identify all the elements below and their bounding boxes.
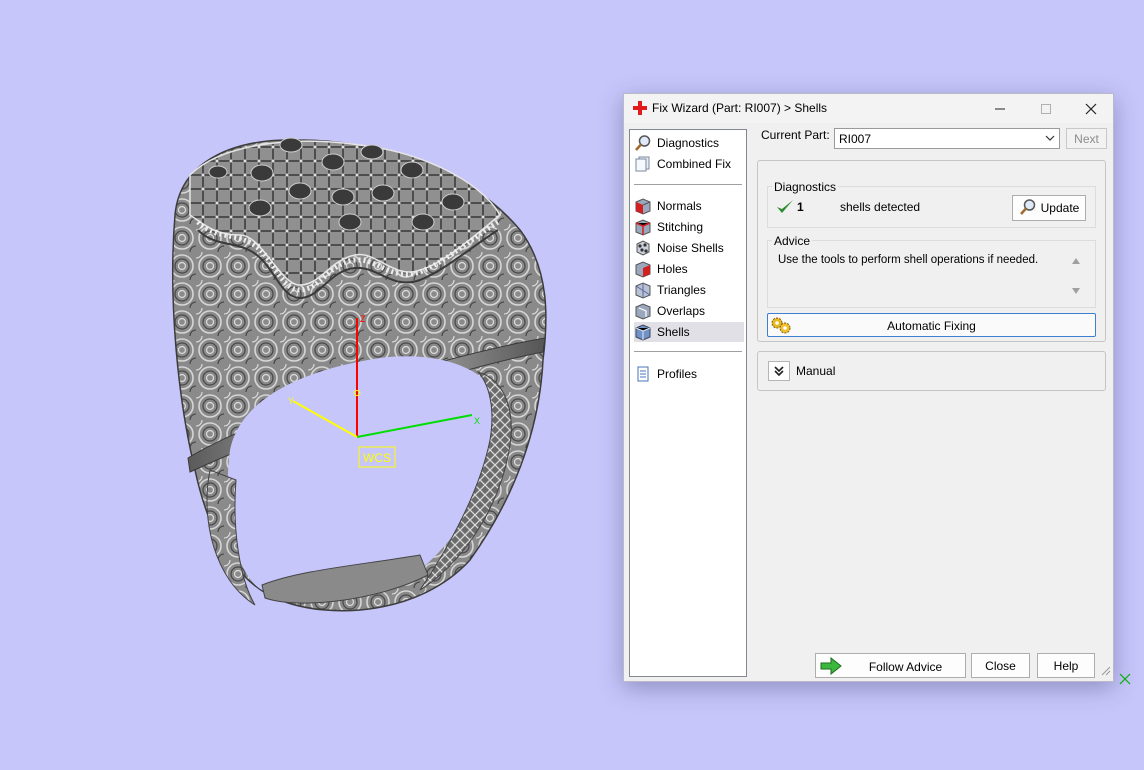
nav-item-stitching[interactable]: Stitching: [634, 217, 744, 237]
nav-item-overlaps[interactable]: Overlaps: [634, 301, 744, 321]
wcs-label: WCS: [363, 451, 391, 465]
document-icon: [634, 365, 652, 383]
title-bar[interactable]: Fix Wizard (Part: RI007) > Shells: [624, 94, 1113, 123]
stitching-cube-icon: [634, 218, 652, 236]
advice-group-title: Advice: [772, 234, 813, 248]
nav-item-triangles[interactable]: Triangles: [634, 280, 744, 300]
advice-text: Use the tools to perform shell operation…: [778, 254, 1039, 266]
nav-item-noise-shells[interactable]: Noise Shells: [634, 238, 744, 258]
diagnostics-group-title: Diagnostics: [772, 180, 839, 194]
help-button[interactable]: Help: [1037, 653, 1095, 678]
overlaps-cube-icon: [634, 302, 652, 320]
x-axis-label: X: [474, 416, 480, 426]
shells-cube-icon: [634, 323, 652, 341]
dialog-title: Fix Wizard (Part: RI007) > Shells: [652, 101, 828, 115]
fix-nav-list: Diagnostics Combined Fix Normals Stitchi…: [629, 129, 747, 677]
nav-item-label: Overlaps: [657, 304, 706, 318]
nav-item-shells[interactable]: Shells: [634, 322, 744, 342]
follow-advice-button[interactable]: Follow Advice: [815, 653, 966, 678]
magnifier-icon: [634, 134, 652, 152]
shells-detected-text: shells detected: [840, 200, 921, 214]
nav-item-label: Profiles: [657, 367, 698, 381]
mini-axis-icon: [1118, 672, 1132, 689]
noise-shells-icon: [634, 239, 652, 257]
chevron-down-icon: [1045, 132, 1055, 146]
close-icon: [1085, 103, 1097, 114]
maximize-button[interactable]: [1023, 94, 1069, 123]
ring-model: Z X Y WCS: [172, 137, 547, 612]
nav-item-label: Noise Shells: [657, 241, 724, 255]
maximize-icon: [1041, 103, 1051, 114]
update-label: Update: [1040, 201, 1080, 215]
current-part-label: Current Part:: [761, 128, 830, 142]
shells-count: 1: [797, 200, 804, 214]
layers-icon: [634, 155, 652, 173]
holes-cube-icon: [634, 260, 652, 278]
close-button[interactable]: Close: [971, 653, 1030, 678]
nav-item-label: Combined Fix: [657, 157, 732, 171]
update-button[interactable]: Update: [1012, 195, 1086, 221]
window-close-button[interactable]: [1068, 94, 1114, 123]
follow-advice-label: Follow Advice: [868, 660, 943, 674]
advice-group: [767, 240, 1096, 308]
current-part-value: RI007: [839, 132, 872, 146]
nav-item-label: Diagnostics: [657, 136, 720, 150]
automatic-fixing-label: Automatic Fixing: [887, 319, 976, 333]
magnifier-icon: [1019, 198, 1037, 219]
minimize-button[interactable]: [977, 94, 1023, 123]
check-icon: [776, 199, 794, 218]
3d-viewport[interactable]: Z X Y WCS: [0, 0, 620, 770]
nav-item-combined-fix[interactable]: Combined Fix: [634, 154, 744, 174]
z-axis-label: Z: [360, 314, 366, 324]
next-button[interactable]: Next: [1066, 128, 1107, 149]
green-arrow-icon: [820, 656, 842, 678]
manual-label: Manual: [796, 364, 836, 378]
nav-item-profiles[interactable]: Profiles: [634, 364, 744, 384]
fix-wizard-dialog: Fix Wizard (Part: RI007) > Shells Diagno…: [623, 93, 1114, 682]
scroll-down-arrow-icon[interactable]: [1071, 285, 1081, 299]
nav-item-holes[interactable]: Holes: [634, 259, 744, 279]
nav-separator: [634, 184, 742, 185]
double-chevron-down-icon: [774, 366, 784, 377]
current-part-select[interactable]: RI007: [834, 128, 1060, 149]
normals-cube-icon: [634, 197, 652, 215]
nav-separator: [634, 351, 742, 352]
expand-manual-button[interactable]: [768, 361, 790, 381]
nav-item-normals[interactable]: Normals: [634, 196, 744, 216]
resize-grip-icon[interactable]: [1099, 664, 1111, 679]
scroll-up-arrow-icon[interactable]: [1071, 255, 1081, 269]
manual-panel: Manual: [757, 351, 1106, 391]
nav-item-label: Holes: [657, 262, 688, 276]
nav-item-label: Shells: [657, 325, 690, 339]
automatic-fixing-button[interactable]: Automatic Fixing: [767, 313, 1096, 337]
y-axis-label: Y: [288, 396, 294, 406]
nav-item-diagnostics[interactable]: Diagnostics: [634, 133, 744, 153]
nav-item-label: Triangles: [657, 283, 706, 297]
nav-item-label: Normals: [657, 199, 702, 213]
minimize-icon: [995, 108, 1005, 109]
nav-item-label: Stitching: [657, 220, 704, 234]
triangles-cube-icon: [634, 281, 652, 299]
red-cross-icon: [633, 101, 647, 115]
